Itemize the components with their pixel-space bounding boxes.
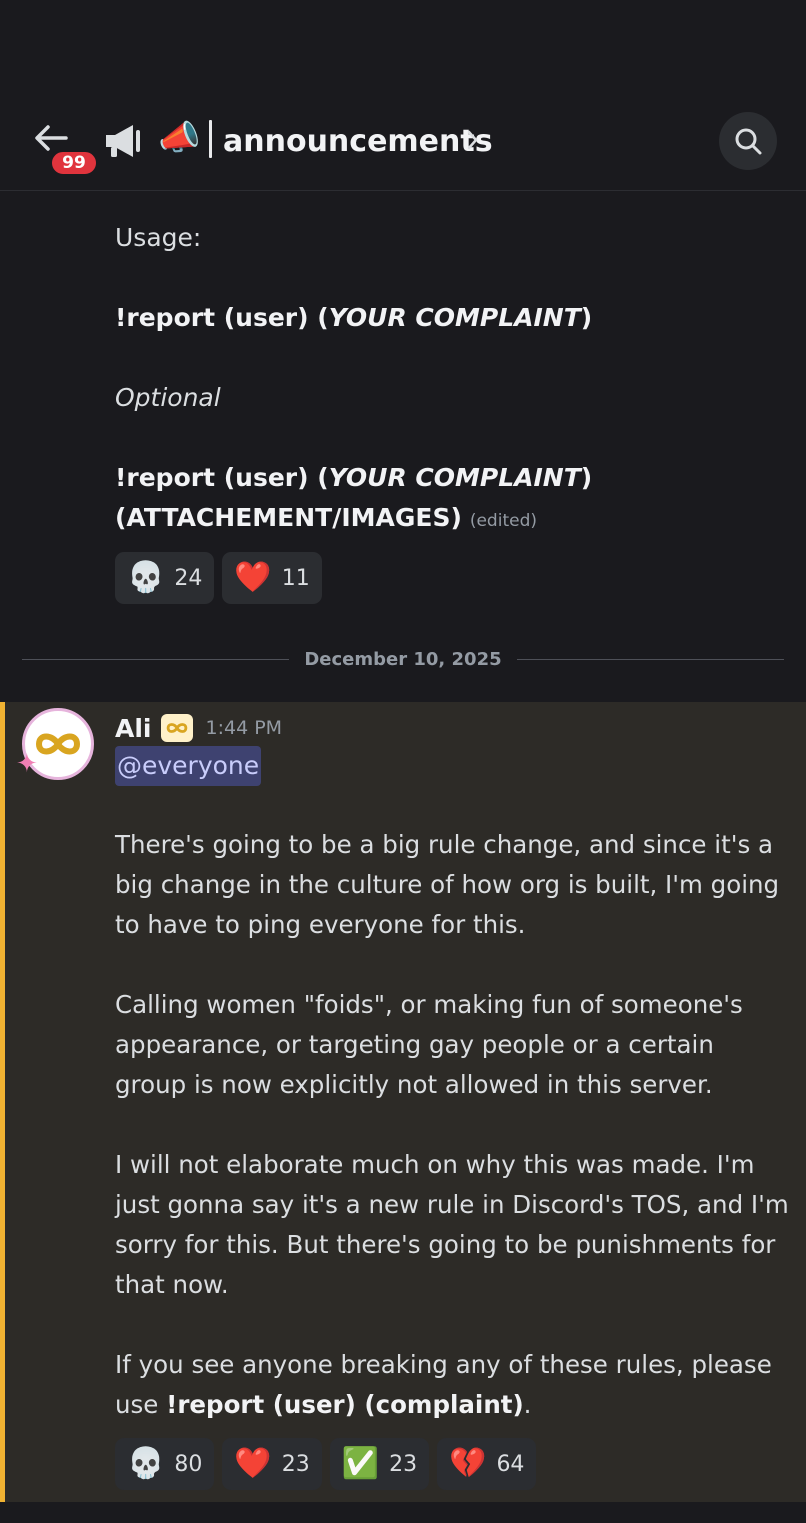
avatar-decoration-icon: ✦ <box>16 749 38 779</box>
skull-icon: 💀 <box>127 560 165 595</box>
reaction-broken-heart[interactable]: 💔 64 <box>437 1438 537 1490</box>
infinity-icon <box>35 733 81 755</box>
search-button[interactable] <box>719 112 777 170</box>
broken-heart-icon: 💔 <box>449 1446 487 1481</box>
skull-icon: 💀 <box>127 1446 165 1481</box>
edited-label: (edited) <box>469 511 537 531</box>
date-divider: December 10, 2025 <box>22 640 784 678</box>
heart-icon: ❤️ <box>234 560 272 595</box>
message-paragraph: I will not elaborate much on why this wa… <box>115 1150 789 1299</box>
reaction-skull[interactable]: 💀 24 <box>115 552 215 604</box>
reaction-count: 24 <box>174 565 203 591</box>
check-icon: ✅ <box>341 1446 380 1481</box>
message-paragraph: If you see anyone breaking any of these … <box>115 1350 772 1419</box>
role-infinity-icon <box>160 714 193 742</box>
announcement-channel-icon <box>103 122 143 164</box>
reaction-bar: 💀 80 ❤️ 23 ✅ 23 💔 64 <box>115 1438 537 1490</box>
chevron-right-icon[interactable] <box>465 128 481 156</box>
heart-icon: ❤️ <box>234 1446 272 1481</box>
previous-message-content: Usage: !report (user) (YOUR COMPLAINT) O… <box>115 218 795 541</box>
attachment-line: (ATTACHEMENT/IMAGES) (edited) <box>115 503 537 532</box>
divider-line <box>22 658 290 660</box>
everyone-mention[interactable]: @everyone <box>115 746 262 786</box>
reaction-count: 64 <box>496 1451 525 1477</box>
unread-badge: 99 <box>49 149 99 177</box>
report-command-optional: !report (user) (YOUR COMPLAINT) <box>115 463 593 492</box>
mention-highlight-bar <box>0 702 5 1502</box>
author-name[interactable]: Ali <box>115 714 152 743</box>
report-command-inline: !report (user) (complaint) <box>166 1390 524 1419</box>
divider-line <box>516 658 784 660</box>
megaphone-icon: 📣 <box>158 118 201 158</box>
reaction-count: 80 <box>174 1451 203 1477</box>
message-item[interactable]: ✦ Ali 1:44 PM @everyone There's going to… <box>0 702 806 1502</box>
message-header: Ali 1:44 PM <box>115 710 282 746</box>
report-command: !report (user) (YOUR COMPLAINT) <box>115 303 593 332</box>
reaction-bar: 💀 24 ❤️ 11 <box>115 552 322 604</box>
message-timestamp: 1:44 PM <box>205 717 283 739</box>
reaction-count: 23 <box>389 1451 418 1477</box>
reaction-count: 23 <box>281 1451 310 1477</box>
message-content: There's going to be a big rule change, a… <box>115 825 790 1425</box>
channel-header: 99 📣 announcements <box>0 0 806 191</box>
message-paragraph: There's going to be a big rule change, a… <box>115 830 780 939</box>
optional-label: Optional <box>115 383 221 412</box>
search-icon <box>735 128 762 155</box>
message-paragraph: Calling women "foids", or making fun of … <box>115 990 743 1099</box>
reaction-heart[interactable]: ❤️ 23 <box>222 1438 322 1490</box>
reaction-skull[interactable]: 💀 80 <box>115 1438 215 1490</box>
reaction-heart[interactable]: ❤️ 11 <box>222 552 322 604</box>
usage-label: Usage: <box>115 223 202 252</box>
reaction-check[interactable]: ✅ 23 <box>329 1438 430 1490</box>
title-separator <box>209 120 212 158</box>
date-label: December 10, 2025 <box>304 648 502 670</box>
reaction-count: 11 <box>281 565 310 591</box>
channel-title[interactable]: announcements <box>223 122 493 162</box>
